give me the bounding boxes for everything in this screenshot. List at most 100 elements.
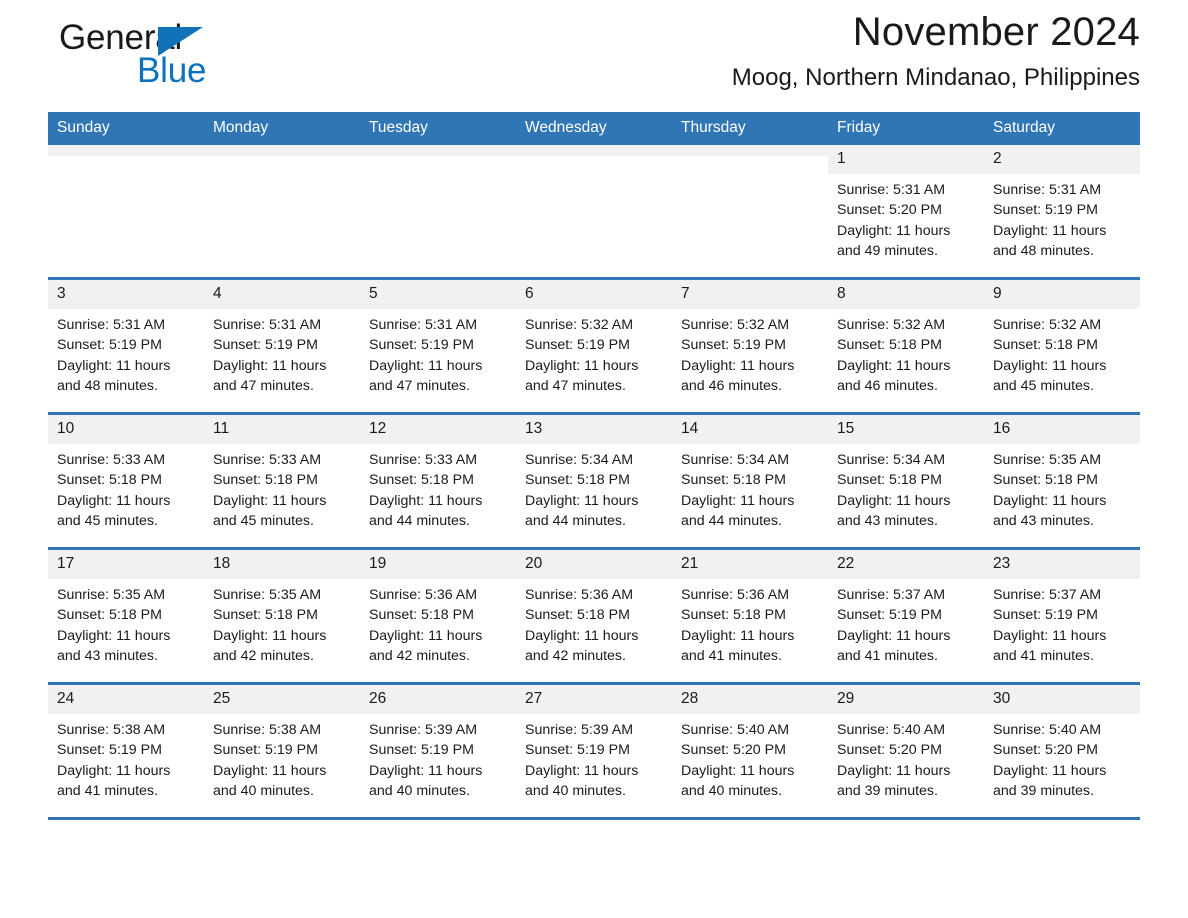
day-cell-inner: 16 Sunrise: 5:35 AM Sunset: 5:18 PM Dayligh… bbox=[984, 415, 1140, 547]
day-detail-line: Sunset: 5:18 PM bbox=[837, 337, 942, 354]
calendar-day-cell[interactable]: 7 Sunrise: 5:32 AM Sunset: 5:19 PM Daylight… bbox=[672, 277, 828, 414]
calendar-day-cell[interactable]: 10 Sunrise: 5:33 AM Sunset: 5:18 PM Dayligh… bbox=[48, 412, 204, 549]
calendar-day-cell[interactable]: 26 Sunrise: 5:39 AM Sunset: 5:19 PM Dayligh… bbox=[360, 682, 516, 817]
calendar-day-cell[interactable]: 21 Sunrise: 5:36 AM Sunset: 5:18 PM Dayligh… bbox=[672, 547, 828, 684]
calendar-day-cell[interactable]: 18 Sunrise: 5:35 AM Sunset: 5:18 PM Dayligh… bbox=[204, 547, 360, 684]
day-detail-line: and 41 minutes. bbox=[837, 647, 938, 664]
day-detail-line: Sunset: 5:19 PM bbox=[369, 337, 474, 354]
calendar-day-cell[interactable]: 5 Sunrise: 5:31 AM Sunset: 5:19 PM Daylight… bbox=[360, 277, 516, 414]
weekday-header-tuesday: Tuesday bbox=[360, 112, 516, 145]
calendar-day-cell[interactable]: 20 Sunrise: 5:36 AM Sunset: 5:18 PM Dayligh… bbox=[516, 547, 672, 684]
day-details: Sunrise: 5:34 AM Sunset: 5:18 PM Daylight:… bbox=[672, 444, 828, 531]
day-details: Sunrise: 5:32 AM Sunset: 5:19 PM Daylight:… bbox=[672, 309, 828, 396]
calendar-day-cell[interactable]: 16 Sunrise: 5:35 AM Sunset: 5:18 PM Dayligh… bbox=[984, 412, 1140, 549]
calendar-day-cell[interactable]: 30 Sunrise: 5:40 AM Sunset: 5:20 PM Dayligh… bbox=[984, 682, 1140, 817]
day-number: 28 bbox=[672, 685, 828, 714]
calendar-day-cell[interactable]: 19 Sunrise: 5:36 AM Sunset: 5:18 PM Dayligh… bbox=[360, 547, 516, 684]
day-detail-line: Sunrise: 5:35 AM bbox=[993, 452, 1102, 468]
calendar-day-cell[interactable]: 29 Sunrise: 5:40 AM Sunset: 5:20 PM Dayligh… bbox=[828, 682, 984, 817]
calendar-day-cell[interactable]: 11 Sunrise: 5:33 AM Sunset: 5:18 PM Dayligh… bbox=[204, 412, 360, 549]
day-detail-line: Sunset: 5:19 PM bbox=[213, 337, 318, 354]
calendar-day-cell[interactable]: 17 Sunrise: 5:35 AM Sunset: 5:18 PM Dayligh… bbox=[48, 547, 204, 684]
day-detail-line: Sunrise: 5:36 AM bbox=[369, 587, 478, 603]
day-details: Sunrise: 5:34 AM Sunset: 5:18 PM Daylight:… bbox=[516, 444, 672, 531]
calendar-day-cell[interactable]: 14 Sunrise: 5:34 AM Sunset: 5:18 PM Dayligh… bbox=[672, 412, 828, 549]
day-cell-inner: 11 Sunrise: 5:33 AM Sunset: 5:18 PM Dayligh… bbox=[204, 415, 360, 547]
day-detail-line: Daylight: 11 hours bbox=[837, 357, 951, 374]
calendar-day-cell[interactable]: 23 Sunrise: 5:37 AM Sunset: 5:19 PM Dayligh… bbox=[984, 547, 1140, 684]
day-cell-inner bbox=[204, 145, 360, 277]
day-detail-line: Daylight: 11 hours bbox=[369, 627, 483, 644]
day-details: Sunrise: 5:38 AM Sunset: 5:19 PM Daylight:… bbox=[48, 714, 204, 801]
day-detail-line: Sunrise: 5:36 AM bbox=[681, 587, 790, 603]
day-detail-line: Daylight: 11 hours bbox=[525, 762, 639, 779]
day-detail-line: and 43 minutes. bbox=[837, 512, 938, 529]
day-details: Sunrise: 5:35 AM Sunset: 5:18 PM Daylight:… bbox=[204, 579, 360, 666]
day-detail-line: Sunset: 5:18 PM bbox=[993, 472, 1098, 489]
day-details: Sunrise: 5:40 AM Sunset: 5:20 PM Daylight:… bbox=[672, 714, 828, 801]
day-cell-inner bbox=[360, 145, 516, 277]
day-detail-line: and 43 minutes. bbox=[993, 512, 1094, 529]
day-detail-line: Sunrise: 5:36 AM bbox=[525, 587, 634, 603]
day-number: 5 bbox=[360, 280, 516, 309]
day-detail-line: and 41 minutes. bbox=[681, 647, 782, 664]
calendar-empty-cell bbox=[204, 145, 360, 279]
calendar-day-cell[interactable]: 9 Sunrise: 5:32 AM Sunset: 5:18 PM Daylight… bbox=[984, 277, 1140, 414]
calendar-day-cell[interactable]: 1 Sunrise: 5:31 AM Sunset: 5:20 PM Daylight… bbox=[828, 145, 984, 279]
day-number: 30 bbox=[984, 685, 1140, 714]
day-number: 9 bbox=[984, 280, 1140, 309]
day-detail-line: Sunset: 5:18 PM bbox=[369, 472, 474, 489]
day-cell-inner: 21 Sunrise: 5:36 AM Sunset: 5:18 PM Dayligh… bbox=[672, 550, 828, 682]
calendar-table: Sunday Monday Tuesday Wednesday Thursday… bbox=[48, 112, 1140, 817]
calendar-day-cell[interactable]: 6 Sunrise: 5:32 AM Sunset: 5:19 PM Daylight… bbox=[516, 277, 672, 414]
day-details bbox=[204, 156, 360, 162]
day-detail-line: Sunrise: 5:32 AM bbox=[993, 317, 1102, 333]
day-details: Sunrise: 5:31 AM Sunset: 5:19 PM Daylight:… bbox=[360, 309, 516, 396]
day-detail-line: Daylight: 11 hours bbox=[993, 627, 1107, 644]
day-detail-line: Daylight: 11 hours bbox=[57, 357, 171, 374]
day-number bbox=[516, 145, 672, 156]
day-detail-line: Sunrise: 5:35 AM bbox=[57, 587, 166, 603]
calendar-day-cell[interactable]: 25 Sunrise: 5:38 AM Sunset: 5:19 PM Dayligh… bbox=[204, 682, 360, 817]
day-number bbox=[360, 145, 516, 156]
calendar-day-cell[interactable]: 4 Sunrise: 5:31 AM Sunset: 5:19 PM Daylight… bbox=[204, 277, 360, 414]
day-cell-inner: 27 Sunrise: 5:39 AM Sunset: 5:19 PM Dayligh… bbox=[516, 685, 672, 817]
day-number bbox=[204, 145, 360, 156]
weekday-header-row: Sunday Monday Tuesday Wednesday Thursday… bbox=[48, 112, 1140, 145]
day-cell-inner: 14 Sunrise: 5:34 AM Sunset: 5:18 PM Dayligh… bbox=[672, 415, 828, 547]
calendar-day-cell[interactable]: 3 Sunrise: 5:31 AM Sunset: 5:19 PM Daylight… bbox=[48, 277, 204, 414]
day-detail-line: Sunset: 5:19 PM bbox=[681, 337, 786, 354]
day-details: Sunrise: 5:38 AM Sunset: 5:19 PM Daylight:… bbox=[204, 714, 360, 801]
day-detail-line: and 40 minutes. bbox=[369, 782, 470, 799]
day-detail-line: and 41 minutes. bbox=[57, 782, 158, 799]
calendar-day-cell[interactable]: 8 Sunrise: 5:32 AM Sunset: 5:18 PM Daylight… bbox=[828, 277, 984, 414]
day-detail-line: Daylight: 11 hours bbox=[837, 222, 951, 239]
day-number: 14 bbox=[672, 415, 828, 444]
day-detail-line: and 39 minutes. bbox=[993, 782, 1094, 799]
calendar-day-cell[interactable]: 28 Sunrise: 5:40 AM Sunset: 5:20 PM Dayligh… bbox=[672, 682, 828, 817]
day-details: Sunrise: 5:36 AM Sunset: 5:18 PM Daylight:… bbox=[672, 579, 828, 666]
day-details: Sunrise: 5:35 AM Sunset: 5:18 PM Daylight:… bbox=[48, 579, 204, 666]
calendar-body: 1 Sunrise: 5:31 AM Sunset: 5:20 PM Daylight… bbox=[48, 145, 1140, 817]
day-detail-line: and 47 minutes. bbox=[525, 377, 626, 394]
day-cell-inner: 8 Sunrise: 5:32 AM Sunset: 5:18 PM Daylight… bbox=[828, 280, 984, 412]
day-detail-line: and 40 minutes. bbox=[213, 782, 314, 799]
calendar-day-cell[interactable]: 12 Sunrise: 5:33 AM Sunset: 5:18 PM Dayligh… bbox=[360, 412, 516, 549]
calendar-day-cell[interactable]: 24 Sunrise: 5:38 AM Sunset: 5:19 PM Dayligh… bbox=[48, 682, 204, 817]
day-number: 23 bbox=[984, 550, 1140, 579]
calendar-day-cell[interactable]: 13 Sunrise: 5:34 AM Sunset: 5:18 PM Dayligh… bbox=[516, 412, 672, 549]
day-detail-line: Sunrise: 5:32 AM bbox=[837, 317, 946, 333]
calendar-day-cell[interactable]: 15 Sunrise: 5:34 AM Sunset: 5:18 PM Dayligh… bbox=[828, 412, 984, 549]
calendar-empty-cell bbox=[360, 145, 516, 279]
day-detail-line: Sunrise: 5:32 AM bbox=[681, 317, 790, 333]
day-cell-inner: 24 Sunrise: 5:38 AM Sunset: 5:19 PM Dayligh… bbox=[48, 685, 204, 817]
day-number: 21 bbox=[672, 550, 828, 579]
calendar-day-cell[interactable]: 27 Sunrise: 5:39 AM Sunset: 5:19 PM Dayligh… bbox=[516, 682, 672, 817]
day-cell-inner: 25 Sunrise: 5:38 AM Sunset: 5:19 PM Dayligh… bbox=[204, 685, 360, 817]
calendar-day-cell[interactable]: 22 Sunrise: 5:37 AM Sunset: 5:19 PM Dayligh… bbox=[828, 547, 984, 684]
day-number: 1 bbox=[828, 145, 984, 174]
weekday-header-sunday: Sunday bbox=[48, 112, 204, 145]
day-detail-line: Sunrise: 5:31 AM bbox=[57, 317, 166, 333]
calendar-day-cell[interactable]: 2 Sunrise: 5:31 AM Sunset: 5:19 PM Daylight… bbox=[984, 145, 1140, 279]
day-detail-line: Sunrise: 5:40 AM bbox=[993, 722, 1102, 738]
